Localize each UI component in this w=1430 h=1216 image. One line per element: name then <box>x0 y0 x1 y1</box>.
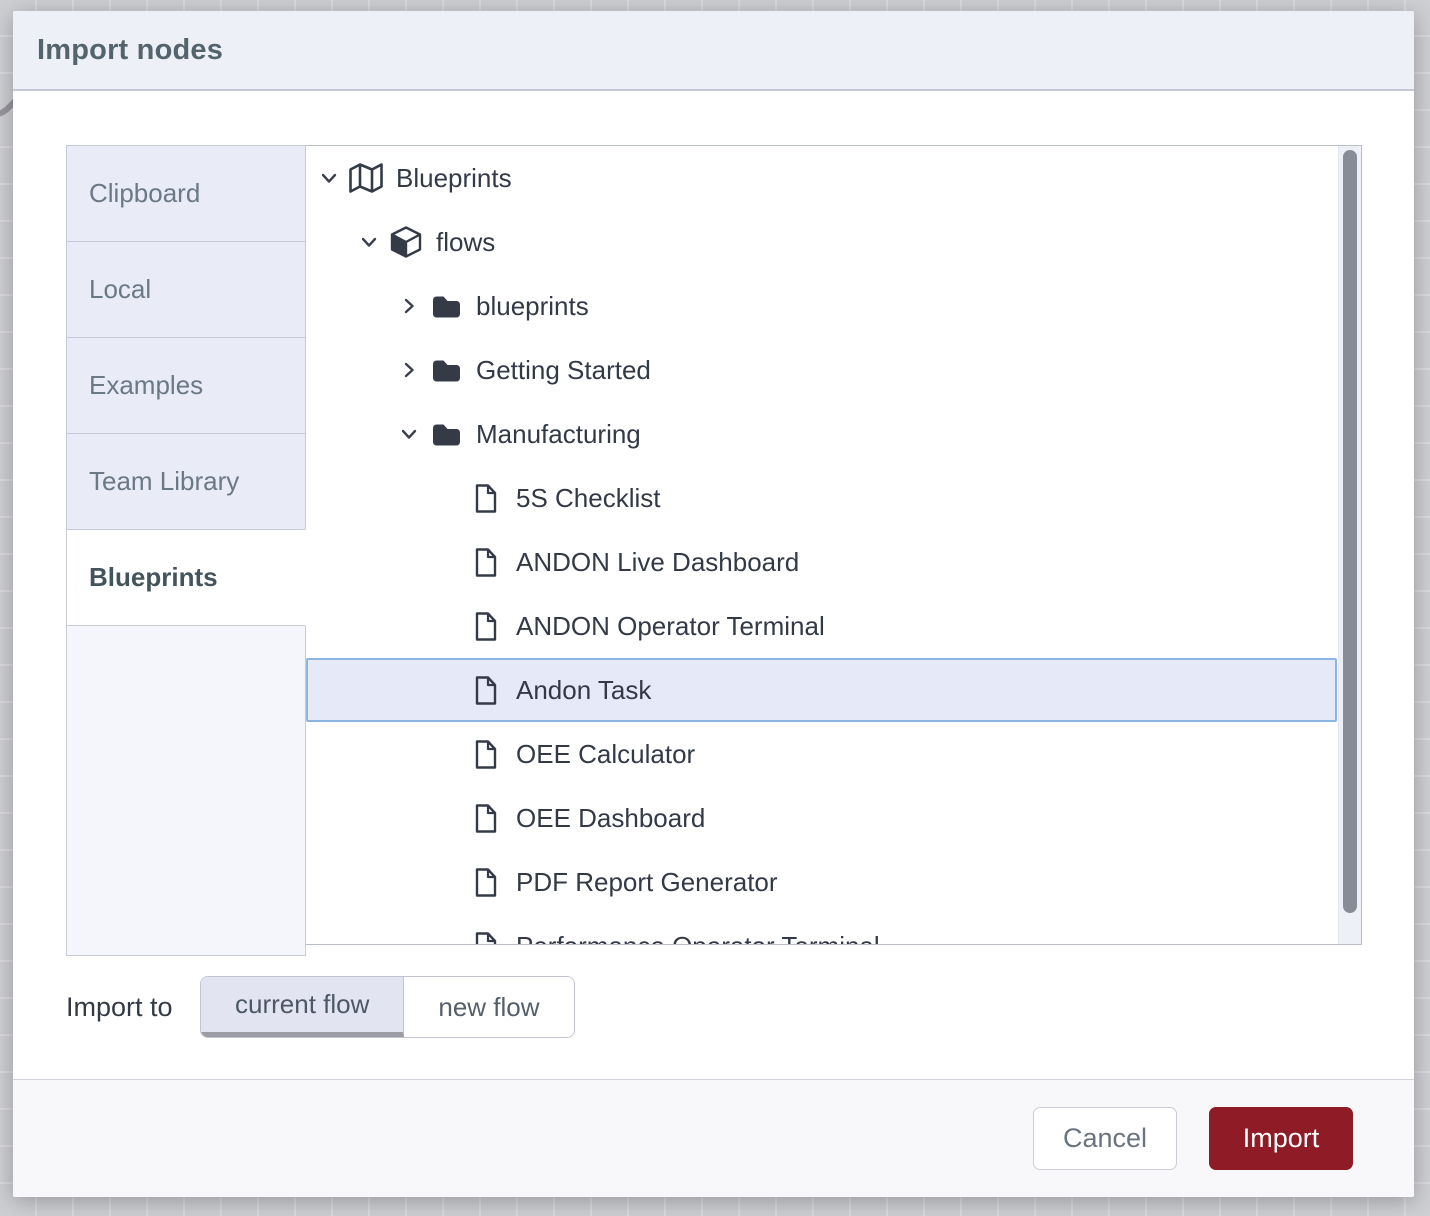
tree-item-blueprints[interactable]: blueprints <box>306 274 1337 338</box>
tree-item-label: ANDON Live Dashboard <box>516 547 799 578</box>
tree-item-blueprints[interactable]: Blueprints <box>306 146 1337 210</box>
file-icon <box>468 611 504 642</box>
tree-item-label: OEE Calculator <box>516 739 695 770</box>
tree-item-label: 5S Checklist <box>516 483 661 514</box>
file-icon <box>468 803 504 834</box>
dialog-footer: Cancel Import <box>13 1079 1414 1197</box>
tree-item-label: Performance Operator Terminal <box>516 931 880 946</box>
tree-item-label: Blueprints <box>396 163 512 194</box>
tree-item-label: blueprints <box>476 291 589 322</box>
file-icon <box>468 931 504 946</box>
library-panel: ClipboardLocalExamplesTeam LibraryBluepr… <box>66 145 1362 956</box>
chevron-down-icon[interactable] <box>318 167 348 189</box>
tree-scrollbar-track[interactable] <box>1338 146 1361 944</box>
tree-item-5s-checklist[interactable]: 5S Checklist <box>306 466 1337 530</box>
cancel-button[interactable]: Cancel <box>1033 1107 1177 1170</box>
import-to-row: Import to current flownew flow <box>66 974 575 1040</box>
sidebar-tab-local[interactable]: Local <box>66 241 306 338</box>
tree-item-label: flows <box>436 227 495 258</box>
sidebar-filler <box>66 625 306 956</box>
sidebar-tab-team-library[interactable]: Team Library <box>66 433 306 530</box>
import-to-label: Import to <box>66 992 200 1023</box>
tree-item-andon-live-dashboard[interactable]: ANDON Live Dashboard <box>306 530 1337 594</box>
tree-scrollbar-thumb[interactable] <box>1343 150 1357 913</box>
tree-item-pdf-report-generator[interactable]: PDF Report Generator <box>306 850 1337 914</box>
file-icon <box>468 867 504 898</box>
tree-item-performance-operator-terminal[interactable]: Performance Operator Terminal <box>306 914 1337 945</box>
chevron-right-icon[interactable] <box>398 359 428 381</box>
cube-icon <box>388 225 424 259</box>
tree-item-label: Manufacturing <box>476 419 641 450</box>
tree-item-label: ANDON Operator Terminal <box>516 611 825 642</box>
folder-icon <box>428 357 464 384</box>
sidebar-tab-examples[interactable]: Examples <box>66 337 306 434</box>
library-tree-panel: Blueprints flows blueprints Getting Started… <box>305 145 1362 945</box>
tree-item-getting-started[interactable]: Getting Started <box>306 338 1337 402</box>
sidebar-tab-clipboard[interactable]: Clipboard <box>66 145 306 242</box>
import-target-new-flow[interactable]: new flow <box>404 977 573 1037</box>
map-icon <box>348 162 384 194</box>
file-icon <box>468 483 504 514</box>
library-type-sidebar: ClipboardLocalExamplesTeam LibraryBluepr… <box>66 145 306 956</box>
import-nodes-dialog: Import nodes ClipboardLocalExamplesTeam … <box>13 11 1414 1197</box>
file-icon <box>468 547 504 578</box>
tree-item-label: Getting Started <box>476 355 651 386</box>
tree-item-andon-task[interactable]: Andon Task <box>306 658 1337 722</box>
import-target-toggle: current flownew flow <box>200 976 575 1038</box>
tree-item-label: Andon Task <box>516 675 651 706</box>
file-icon <box>468 739 504 770</box>
import-button[interactable]: Import <box>1209 1107 1353 1170</box>
chevron-right-icon[interactable] <box>398 295 428 317</box>
dialog-title: Import nodes <box>37 34 223 67</box>
sidebar-tab-blueprints[interactable]: Blueprints <box>66 529 306 626</box>
tree-item-flows[interactable]: flows <box>306 210 1337 274</box>
dialog-header: Import nodes <box>13 11 1414 91</box>
tree-item-label: OEE Dashboard <box>516 803 705 834</box>
chevron-down-icon[interactable] <box>358 231 388 253</box>
folder-icon <box>428 293 464 320</box>
tree-item-oee-dashboard[interactable]: OEE Dashboard <box>306 786 1337 850</box>
tree-item-andon-operator-terminal[interactable]: ANDON Operator Terminal <box>306 594 1337 658</box>
tree-item-label: PDF Report Generator <box>516 867 778 898</box>
tree-item-oee-calculator[interactable]: OEE Calculator <box>306 722 1337 786</box>
chevron-down-icon[interactable] <box>398 423 428 445</box>
tree-item-manufacturing[interactable]: Manufacturing <box>306 402 1337 466</box>
import-target-current-flow[interactable]: current flow <box>201 977 404 1037</box>
file-icon <box>468 675 504 706</box>
folder-icon <box>428 421 464 448</box>
library-tree: Blueprints flows blueprints Getting Started… <box>306 146 1337 945</box>
